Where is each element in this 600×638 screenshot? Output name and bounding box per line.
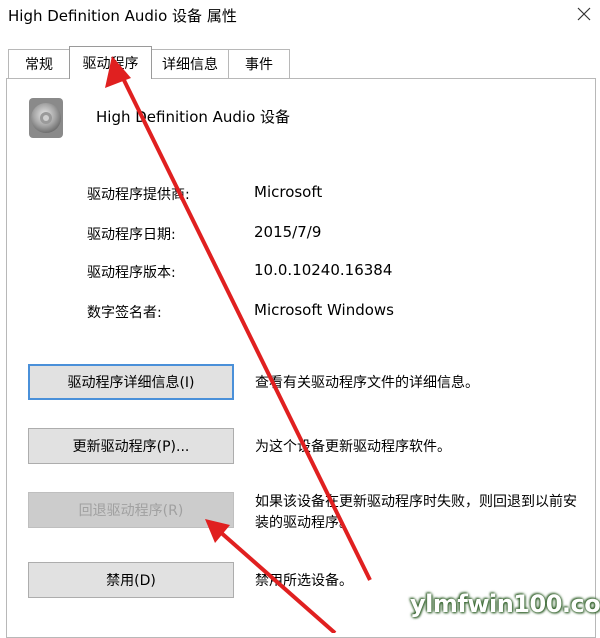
tab-driver[interactable]: 驱动程序 (69, 46, 152, 79)
date-value: 2015/7/9 (254, 223, 322, 241)
provider-value: Microsoft (254, 183, 323, 201)
speaker-icon (29, 98, 63, 138)
signer-label: 数字签名者: (87, 305, 162, 321)
version-label: 驱动程序版本: (87, 265, 176, 281)
watermark-text: ylmfwin100.com (410, 590, 600, 618)
device-name: High Definition Audio 设备 (96, 108, 291, 126)
signer-value: Microsoft Windows (254, 301, 394, 319)
disable-device-desc: 禁用所选设备。 (255, 573, 353, 589)
date-label: 驱动程序日期: (87, 227, 176, 243)
rollback-driver-desc: 如果该设备在更新驱动程序时失败，则回退到以前安装的驱动程序。 (255, 494, 577, 531)
version-value: 10.0.10240.16384 (254, 261, 393, 279)
update-driver-desc: 为这个设备更新驱动程序软件。 (255, 439, 451, 455)
driver-details-desc: 查看有关驱动程序文件的详细信息。 (255, 375, 479, 391)
tab-events[interactable]: 事件 (228, 49, 290, 78)
rollback-driver-button[interactable]: 回退驱动程序(R) (28, 492, 234, 528)
close-button[interactable] (568, 0, 600, 28)
window-title: High Definition Audio 设备 属性 (8, 7, 237, 25)
tab-strip: 常规 驱动程序 详细信息 事件 (0, 46, 600, 79)
tab-details[interactable]: 详细信息 (151, 49, 229, 78)
provider-label: 驱动程序提供商: (87, 187, 190, 203)
tab-general[interactable]: 常规 (8, 49, 70, 78)
close-icon (577, 7, 591, 21)
title-bar: High Definition Audio 设备 属性 (0, 0, 600, 30)
disable-device-button[interactable]: 禁用(D) (28, 562, 234, 598)
update-driver-button[interactable]: 更新驱动程序(P)... (28, 428, 234, 464)
driver-details-button[interactable]: 驱动程序详细信息(I) (28, 364, 234, 400)
driver-panel (6, 78, 596, 638)
